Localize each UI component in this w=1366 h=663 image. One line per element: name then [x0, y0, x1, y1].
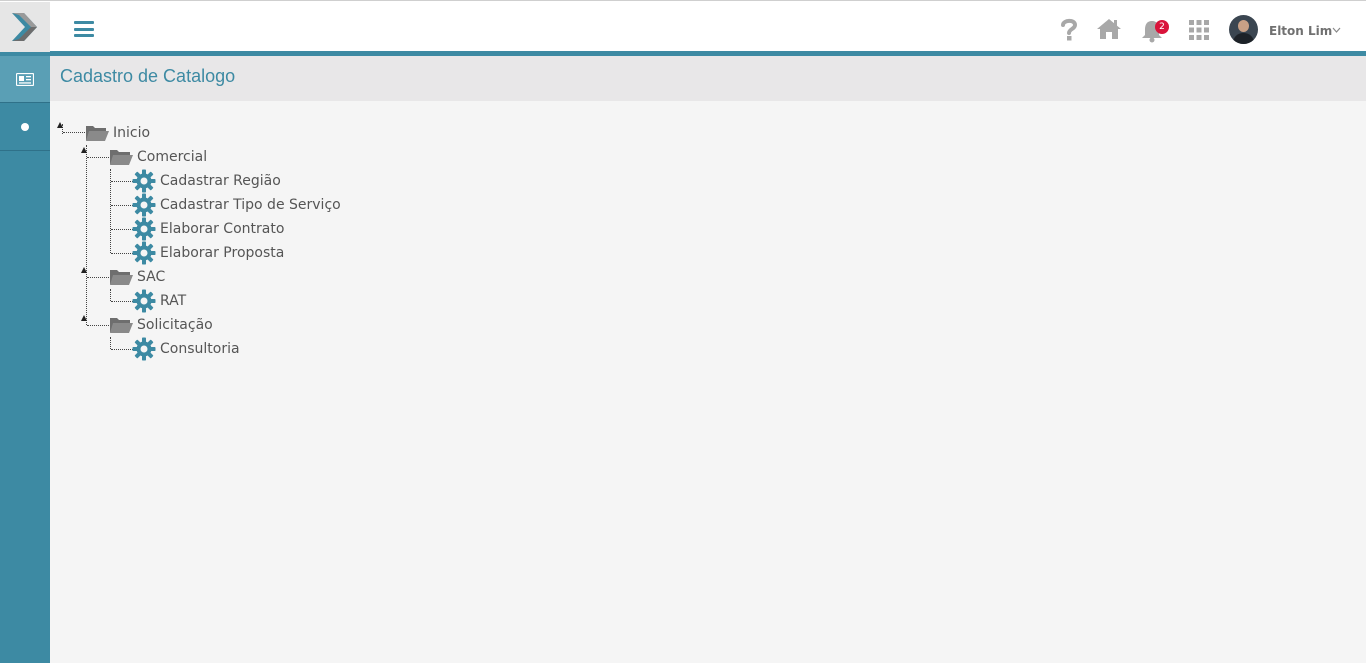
menu-toggle-button[interactable]: [74, 21, 94, 37]
tree-connector: [111, 253, 133, 254]
page-header: Cadastro de Catalogo: [50, 56, 1366, 101]
tree-connector: [111, 301, 133, 302]
brand-logo-icon: [12, 13, 37, 41]
tree-connector: [87, 157, 109, 158]
gear-icon: [132, 169, 156, 193]
gear-icon: [132, 193, 156, 217]
tree-connector: [111, 205, 133, 206]
dot-icon: [21, 123, 29, 131]
sidebar-item-dot[interactable]: [0, 104, 50, 151]
catalog-tree: Inicio Comercial Cadastrar Região Cadast…: [50, 101, 1366, 663]
tree-node-label: Consultoria: [160, 341, 240, 357]
tree-leaf-item[interactable]: Consultoria: [132, 337, 240, 361]
help-icon[interactable]: [1060, 18, 1078, 42]
id-card-icon: [16, 72, 34, 86]
notification-badge: 2: [1155, 20, 1169, 34]
tree-connector: [111, 229, 133, 230]
user-name[interactable]: Elton Lim: [1269, 24, 1332, 38]
tree-connector: [111, 349, 133, 350]
folder-open-icon: [86, 126, 109, 141]
tree-leaf-item[interactable]: Elaborar Contrato: [132, 217, 285, 241]
tree-leaf-item[interactable]: RAT: [132, 289, 187, 313]
tree-node-label: Comercial: [137, 149, 208, 165]
gear-icon: [132, 217, 156, 241]
tree-connector: [110, 337, 111, 349]
folder-open-icon: [110, 150, 133, 165]
tree-node-folder[interactable]: Comercial: [109, 146, 207, 168]
tree-node-folder[interactable]: Solicitação: [109, 314, 213, 336]
tree-node-label: RAT: [160, 293, 187, 309]
folder-open-icon: [110, 270, 133, 285]
tree-connector: [110, 289, 111, 301]
gear-icon: [132, 241, 156, 265]
gear-icon: [132, 289, 156, 313]
tree-connector: [63, 132, 85, 133]
tree-connector: [111, 181, 133, 182]
tree-leaf-item[interactable]: Cadastrar Tipo de Serviço: [132, 193, 341, 217]
tree-leaf-item[interactable]: Elaborar Proposta: [132, 241, 285, 265]
tree-node-root[interactable]: Inicio: [85, 122, 150, 144]
tree-node-label: Cadastrar Tipo de Serviço: [160, 197, 341, 213]
tree-connector: [87, 277, 109, 278]
logo[interactable]: [0, 2, 50, 52]
tree-node-folder[interactable]: SAC: [109, 266, 165, 288]
top-bar: 2 Elton Lim: [0, 0, 1366, 52]
chevron-down-icon[interactable]: [1332, 27, 1341, 33]
tree-connector: [86, 145, 87, 325]
collapse-arrow-icon[interactable]: [57, 122, 63, 128]
tree-node-label: Solicitação: [137, 317, 213, 333]
tree-leaf-item[interactable]: Cadastrar Região: [132, 169, 281, 193]
tree-node-label: Elaborar Proposta: [160, 245, 285, 261]
tree-node-label: SAC: [137, 269, 166, 285]
apps-grid-icon[interactable]: [1189, 20, 1209, 40]
collapse-arrow-icon[interactable]: [81, 147, 87, 153]
sidebar: [0, 52, 50, 663]
sidebar-item-catalog[interactable]: [0, 56, 50, 103]
tree-node-label: Cadastrar Região: [160, 173, 281, 189]
tree-connector: [87, 325, 109, 326]
tree-node-label: Elaborar Contrato: [160, 221, 285, 237]
home-icon[interactable]: [1096, 18, 1122, 40]
tree-node-label: Inicio: [113, 125, 151, 141]
folder-open-icon: [110, 318, 133, 333]
user-avatar[interactable]: [1229, 15, 1258, 44]
collapse-arrow-icon[interactable]: [81, 267, 87, 273]
page-title: Cadastro de Catalogo: [60, 66, 236, 86]
gear-icon: [132, 337, 156, 361]
collapse-arrow-icon[interactable]: [81, 315, 87, 321]
